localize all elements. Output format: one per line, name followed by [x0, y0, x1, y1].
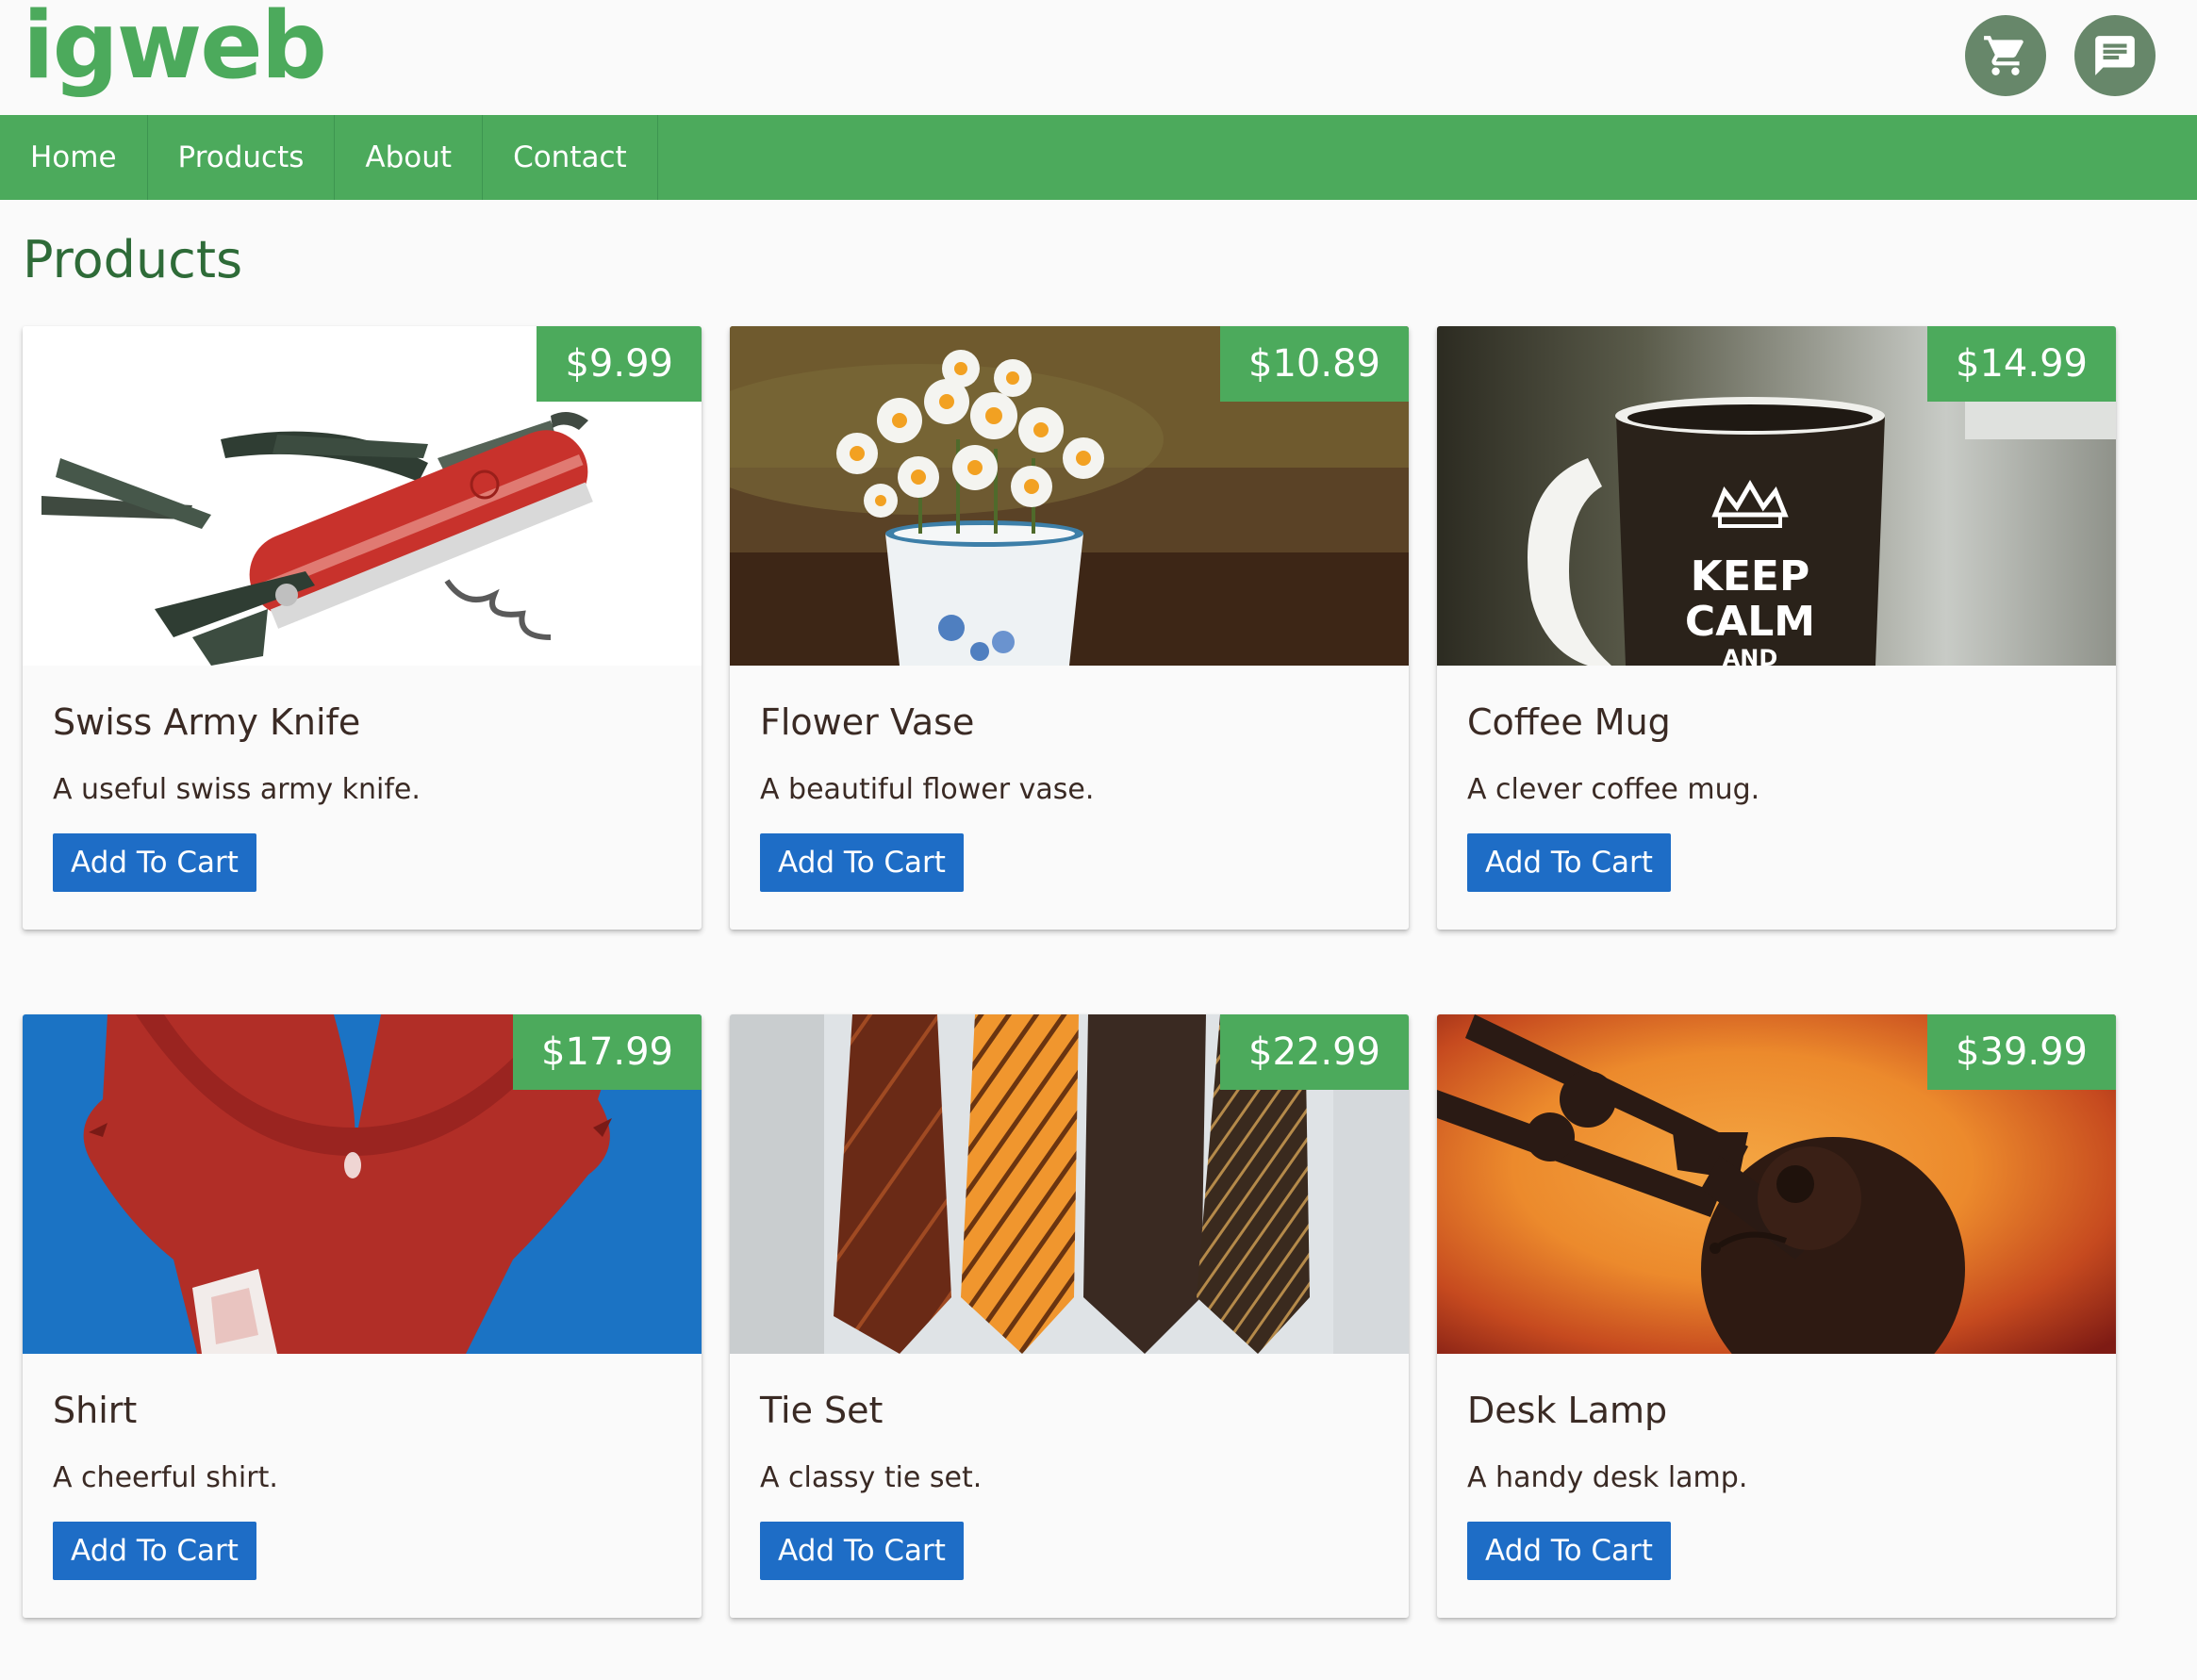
product-card: $39.99 Desk Lamp A handy desk lamp. Add … [1437, 1014, 2116, 1618]
product-description: A beautiful flower vase. [760, 773, 1095, 806]
nav-item-contact[interactable]: Contact [483, 115, 658, 200]
add-to-cart-button[interactable]: Add To Cart [53, 833, 256, 892]
product-description: A handy desk lamp. [1467, 1461, 1748, 1494]
product-card: $10.89 Flower Vase A beautiful flower va… [730, 326, 1409, 930]
product-description: A classy tie set. [760, 1461, 983, 1494]
price-badge: $39.99 [1927, 1014, 2116, 1090]
product-card: KEEP CALM AND $14.99 Coffee Mug A clever… [1437, 326, 2116, 930]
product-name: Tie Set [760, 1390, 884, 1431]
product-description: A cheerful shirt. [53, 1461, 278, 1494]
product-card: $22.99 Tie Set A classy tie set. Add To … [730, 1014, 1409, 1618]
add-to-cart-button[interactable]: Add To Cart [1467, 1522, 1671, 1580]
product-card: $9.99 Swiss Army Knife A useful swiss ar… [23, 326, 702, 930]
add-to-cart-button[interactable]: Add To Cart [53, 1522, 256, 1580]
nav-item-about[interactable]: About [335, 115, 484, 200]
chat-button[interactable] [2074, 15, 2156, 96]
nav-item-home[interactable]: Home [0, 115, 148, 200]
price-badge: $10.89 [1220, 326, 1409, 402]
add-to-cart-button[interactable]: Add To Cart [1467, 833, 1671, 892]
add-to-cart-button[interactable]: Add To Cart [760, 1522, 964, 1580]
product-description: A useful swiss army knife. [53, 773, 421, 806]
price-badge: $14.99 [1927, 326, 2116, 402]
product-card: $17.99 Shirt A cheerful shirt. Add To Ca… [23, 1014, 702, 1618]
price-badge: $9.99 [537, 326, 702, 402]
shopping-cart-button[interactable] [1965, 15, 2046, 96]
product-name: Coffee Mug [1467, 701, 1671, 743]
mug-text-keep: KEEP [1691, 552, 1809, 601]
nav-item-products[interactable]: Products [148, 115, 336, 200]
site-header: igweb [0, 0, 2197, 115]
product-name: Swiss Army Knife [53, 701, 361, 743]
chat-icon [2095, 36, 2135, 75]
product-name: Flower Vase [760, 701, 975, 743]
main-nav: Home Products About Contact [0, 115, 2197, 200]
mug-text-and: AND [1723, 645, 1778, 666]
add-to-cart-button[interactable]: Add To Cart [760, 833, 964, 892]
site-logo[interactable]: igweb [23, 0, 327, 100]
shopping-cart-icon [1984, 36, 2024, 75]
product-description: A clever coffee mug. [1467, 773, 1760, 806]
mug-text-calm: CALM [1685, 598, 1815, 646]
price-badge: $17.99 [513, 1014, 702, 1090]
product-name: Shirt [53, 1390, 138, 1431]
price-badge: $22.99 [1220, 1014, 1409, 1090]
page-title: Products [23, 230, 243, 289]
product-name: Desk Lamp [1467, 1390, 1668, 1431]
product-grid: $9.99 Swiss Army Knife A useful swiss ar… [23, 326, 2116, 1627]
